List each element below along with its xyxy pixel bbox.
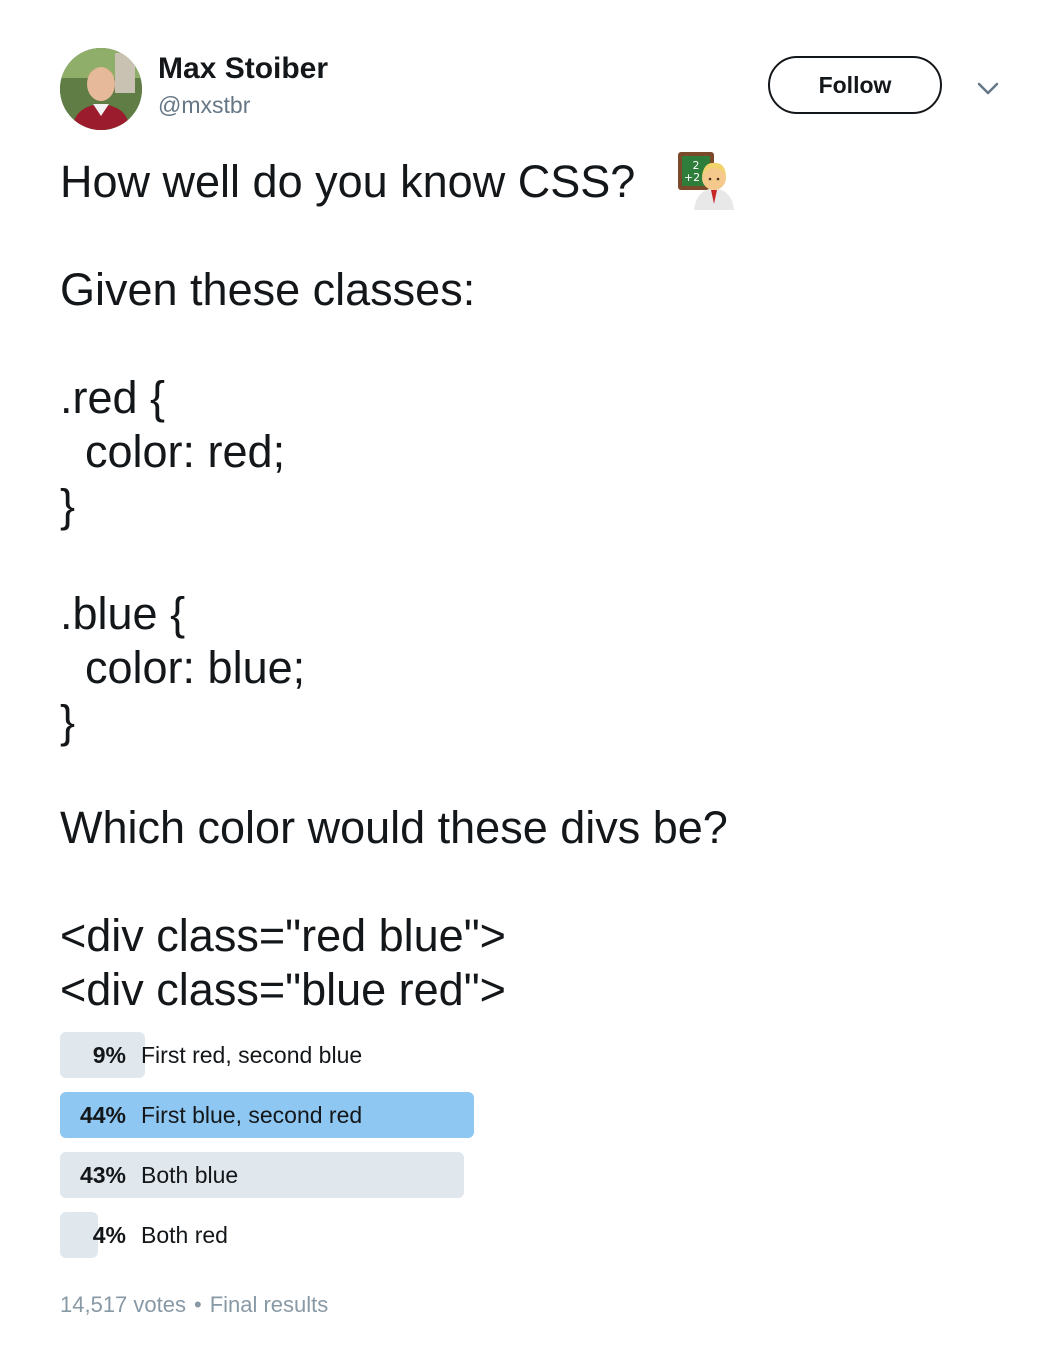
- tweet-line-red-color: color: red;: [60, 426, 286, 477]
- tweet-line-question: How well do you know CSS?: [60, 156, 636, 207]
- poll-option: 9% First red, second blue: [60, 1032, 500, 1078]
- poll-option: 4% Both red: [60, 1212, 500, 1258]
- author-name[interactable]: Max Stoiber: [158, 52, 328, 86]
- chevron-down-icon[interactable]: [974, 76, 1002, 100]
- poll-option-label: Both red: [141, 1222, 228, 1248]
- tweet-line-given: Given these classes:: [60, 264, 476, 315]
- tweet-line-blue-color: color: blue;: [60, 642, 306, 693]
- poll-percent: 9%: [92, 1042, 126, 1068]
- tweet-line-red-close: }: [60, 480, 76, 531]
- svg-text:+2: +2: [684, 171, 700, 184]
- poll-percent: 4%: [92, 1222, 126, 1248]
- poll-percent: 43%: [79, 1162, 126, 1188]
- poll-status: Final results: [209, 1292, 329, 1317]
- avatar[interactable]: [60, 48, 142, 130]
- avatar-image: [60, 48, 142, 130]
- tweet-line-red-open: .red {: [60, 372, 166, 423]
- poll-footer: 14,517 votes • Final results: [60, 1292, 328, 1318]
- poll-option: 43% Both blue: [60, 1152, 500, 1198]
- tweet-line-div-blue-red: <div class="blue red">: [60, 964, 506, 1015]
- poll-option-label: First blue, second red: [141, 1102, 363, 1128]
- poll-option-label: Both blue: [141, 1162, 239, 1188]
- author-handle[interactable]: @mxstbr: [158, 92, 250, 119]
- tweet-line-blue-close: }: [60, 696, 76, 747]
- teacher-emoji: 2 +2: [678, 152, 734, 210]
- tweet-line-div-red-blue: <div class="red blue">: [60, 910, 506, 961]
- tweet-line-blue-open: .blue {: [60, 588, 186, 639]
- follow-button[interactable]: Follow: [768, 56, 942, 114]
- poll-separator: •: [193, 1292, 202, 1317]
- poll-option-label: First red, second blue: [141, 1042, 363, 1068]
- tweet-card: Max Stoiber @mxstbr Follow How well do y…: [0, 0, 1059, 1350]
- poll-percent: 44%: [79, 1102, 126, 1128]
- poll-option: 44% First blue, second red: [60, 1092, 500, 1138]
- poll-vote-count: 14,517 votes: [60, 1292, 186, 1317]
- tweet-line-which-color: Which color would these divs be?: [60, 802, 728, 853]
